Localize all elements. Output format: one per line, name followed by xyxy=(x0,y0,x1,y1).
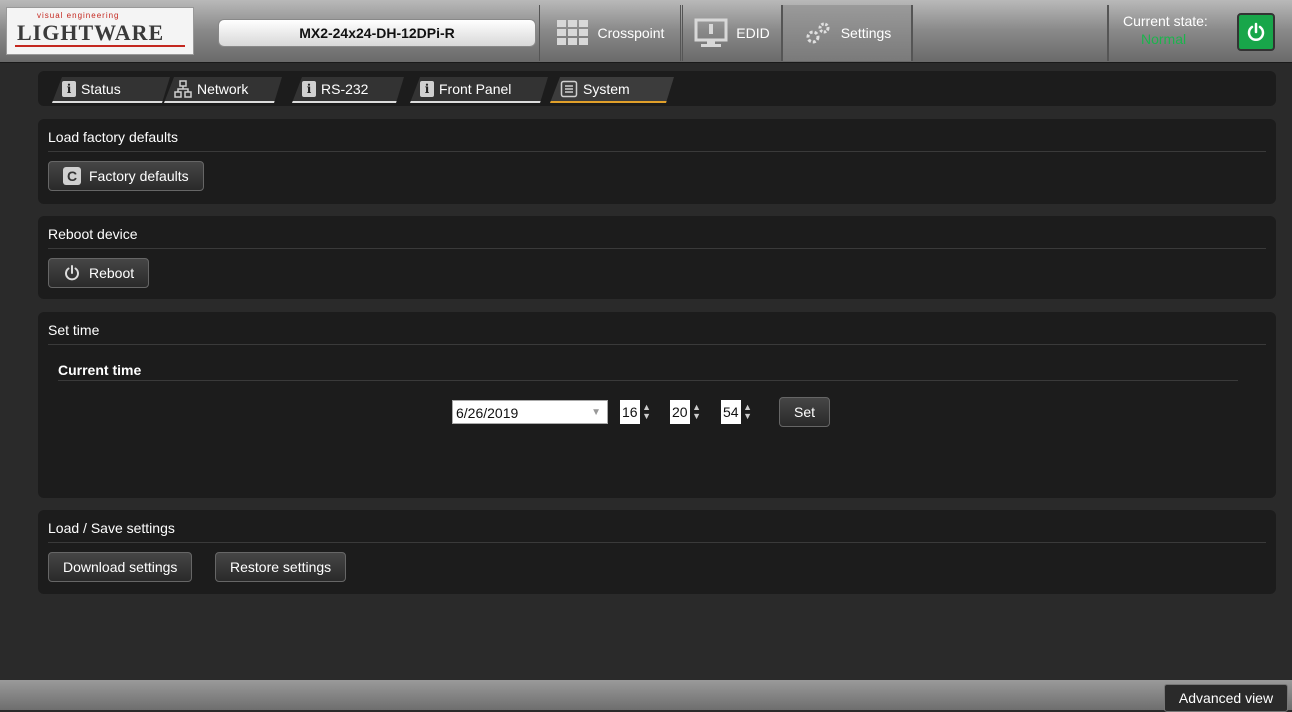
divider xyxy=(48,344,1266,345)
top-header: visual engineering LIGHTWARE MX2-24x24-D… xyxy=(0,0,1292,63)
divider xyxy=(48,542,1266,543)
tab-edid[interactable]: EDID xyxy=(682,5,782,61)
settings-subtabs: i Status Network i RS-232 i Front Panel … xyxy=(38,71,1276,106)
info-icon: i xyxy=(62,81,76,97)
tab-crosspoint-label: Crosspoint xyxy=(597,25,665,41)
subtab-rs232-label: RS-232 xyxy=(321,81,369,97)
tab-settings[interactable]: Settings xyxy=(782,5,912,61)
load-save-settings-title: Load / Save settings xyxy=(48,520,175,536)
current-state-value: Normal xyxy=(1141,31,1187,47)
minute-value[interactable]: 20 xyxy=(670,400,690,424)
set-time-title: Set time xyxy=(48,322,100,338)
subtab-system-label: System xyxy=(583,81,630,97)
factory-defaults-button[interactable]: C Factory defaults xyxy=(48,161,204,191)
restore-settings-label: Restore settings xyxy=(230,559,332,575)
reset-icon: C xyxy=(63,167,81,185)
logo-wordmark: LIGHTWARE xyxy=(17,20,165,45)
second-value[interactable]: 54 xyxy=(721,400,741,424)
set-time-panel: Set time Current time xyxy=(38,312,1276,498)
divider xyxy=(48,248,1266,249)
spinner-arrows-icon[interactable]: ▲ ▼ xyxy=(741,400,755,424)
network-icon xyxy=(174,80,192,98)
gears-icon xyxy=(806,22,830,44)
reboot-button[interactable]: Reboot xyxy=(48,258,150,288)
set-time-button[interactable]: Set xyxy=(779,397,831,427)
monitor-icon xyxy=(694,18,728,47)
reboot-title: Reboot device xyxy=(48,226,138,242)
logo-tagline: visual engineering xyxy=(37,11,120,20)
subtab-network[interactable]: Network xyxy=(164,77,282,103)
factory-defaults-panel: Load factory defaults C Factory defaults xyxy=(38,119,1276,204)
subtab-status-label: Status xyxy=(81,81,121,97)
date-value: 6/26/2019 xyxy=(456,405,519,421)
info-icon: i xyxy=(302,81,316,97)
subtab-front-panel-label: Front Panel xyxy=(439,81,512,97)
lightware-logo: visual engineering LIGHTWARE xyxy=(6,7,194,55)
grid-icon xyxy=(556,20,588,45)
current-time-subtitle: Current time xyxy=(58,362,142,378)
reboot-panel: Reboot device Reboot xyxy=(38,216,1276,299)
advanced-view-button[interactable]: Advanced view xyxy=(1164,684,1288,712)
current-state-box: Current state: Normal xyxy=(1108,5,1292,61)
device-name-label: MX2-24x24-DH-12DPi-R xyxy=(218,19,536,47)
logo-underline xyxy=(15,45,185,47)
spinner-arrows-icon[interactable]: ▲ ▼ xyxy=(690,400,704,424)
set-time-button-label: Set xyxy=(794,404,816,420)
restore-settings-button[interactable]: Restore settings xyxy=(215,552,347,582)
hour-spinner[interactable]: 16 ▲ ▼ xyxy=(620,400,654,424)
subtab-front-panel[interactable]: i Front Panel xyxy=(410,77,548,103)
download-settings-button[interactable]: Download settings xyxy=(48,552,193,582)
spinner-arrows-icon[interactable]: ▲ ▼ xyxy=(640,400,654,424)
subtab-status[interactable]: i Status xyxy=(52,77,170,103)
current-state-label: Current state: xyxy=(1123,13,1208,29)
download-settings-label: Download settings xyxy=(63,559,178,575)
tab-placeholder xyxy=(912,5,1108,61)
divider xyxy=(58,380,1238,381)
reboot-button-label: Reboot xyxy=(89,265,135,281)
power-icon xyxy=(1247,22,1265,41)
power-icon xyxy=(65,265,79,281)
date-picker-input[interactable]: 6/26/2019 ▼ xyxy=(452,400,608,424)
chevron-down-icon[interactable]: ▼ xyxy=(591,401,601,425)
factory-defaults-title: Load factory defaults xyxy=(48,129,178,145)
tab-settings-label: Settings xyxy=(840,25,892,41)
second-spinner[interactable]: 54 ▲ ▼ xyxy=(721,400,755,424)
list-icon xyxy=(560,80,578,98)
tab-crosspoint[interactable]: Crosspoint xyxy=(539,5,681,61)
tab-edid-label: EDID xyxy=(736,25,770,41)
divider xyxy=(48,151,1266,152)
subtab-rs232[interactable]: i RS-232 xyxy=(292,77,404,103)
footer-bar xyxy=(0,680,1292,710)
subtab-network-label: Network xyxy=(197,81,249,97)
minute-spinner[interactable]: 20 ▲ ▼ xyxy=(670,400,704,424)
subtab-system[interactable]: System xyxy=(550,77,674,103)
hour-value[interactable]: 16 xyxy=(620,400,640,424)
power-button[interactable] xyxy=(1237,13,1275,51)
info-icon: i xyxy=(420,81,434,97)
factory-defaults-button-label: Factory defaults xyxy=(89,168,189,184)
load-save-settings-panel: Load / Save settings Download settings R… xyxy=(38,510,1276,594)
